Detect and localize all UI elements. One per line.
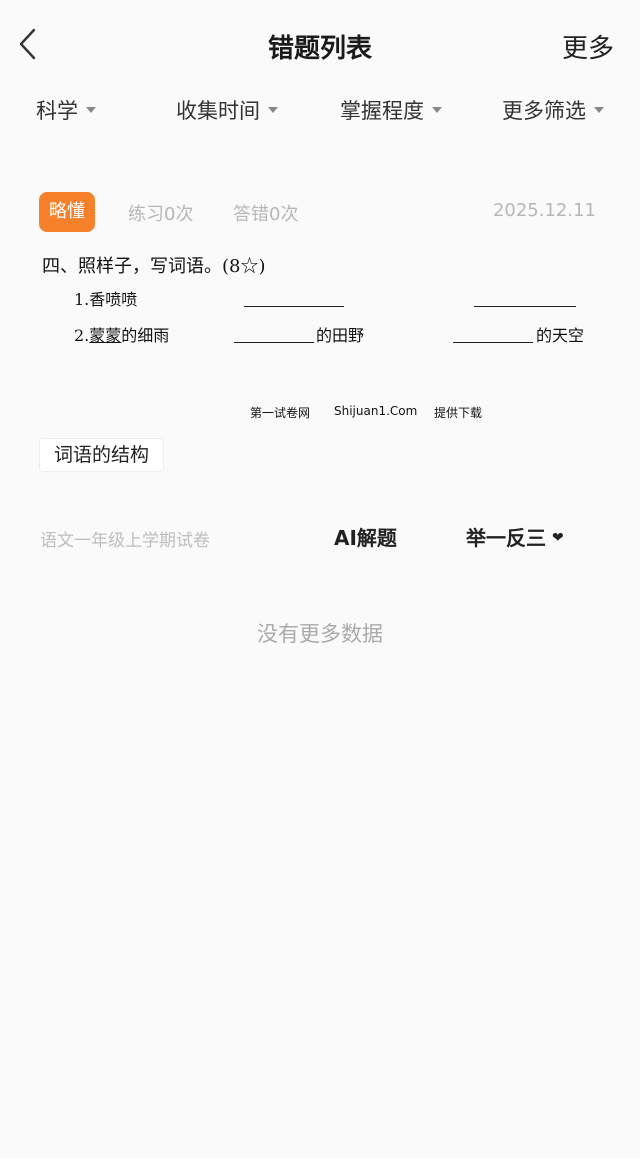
filter-bar: 科学 收集时间 掌握程度 更多筛选	[0, 95, 640, 129]
watermark-text: 第一试卷网	[250, 406, 311, 420]
page: 错题列表 更多 科学 收集时间 掌握程度 更多筛选 略懂 练习0次 答错0次 2…	[0, 0, 640, 1158]
similar-questions-button[interactable]: 举一反三 ❤	[466, 522, 564, 551]
caret-down-icon	[268, 107, 278, 113]
filter-collect-time[interactable]: 收集时间	[176, 95, 278, 125]
card-footer: 语文一年级上学期试卷 AI解题 举一反三 ❤	[0, 520, 640, 556]
ai-solve-button[interactable]: AI解题	[334, 522, 397, 551]
filter-more-label: 更多筛选	[502, 99, 586, 123]
page-title: 错题列表	[267, 34, 372, 64]
filter-more[interactable]: 更多筛选	[502, 95, 604, 125]
watermark-text: Shijuan1.Com	[334, 404, 418, 418]
more-button[interactable]: 更多	[562, 28, 614, 65]
knowledge-tag[interactable]: 词语的结构	[39, 438, 165, 472]
suffix-sky: 的天空	[536, 326, 585, 345]
practice-count: 练习0次	[128, 204, 194, 225]
header: 错题列表 更多	[0, 0, 640, 90]
collect-date: 2025.12.11	[492, 200, 596, 221]
wrong-question-card[interactable]: 略懂 练习0次 答错0次 2025.12.11 四、照样子，写词语。(8☆) 1…	[0, 180, 640, 580]
question-line-2-number: 2.	[74, 326, 90, 345]
caret-down-icon	[432, 107, 442, 113]
question-image: 四、照样子，写词语。(8☆) 1.香喷喷 2.蒙蒙的细雨 的田野 的天空 第一试…	[40, 248, 610, 428]
heart-icon: ❤	[552, 529, 564, 546]
answer-blank	[453, 342, 533, 343]
filter-subject[interactable]: 科学	[36, 95, 96, 125]
question-source: 语文一年级上学期试卷	[40, 531, 210, 551]
caret-down-icon	[86, 107, 96, 113]
filter-collect-time-label: 收集时间	[176, 99, 260, 123]
answer-blank	[474, 306, 576, 307]
caret-down-icon	[594, 107, 604, 113]
watermark-text: 提供下载	[434, 406, 483, 420]
wrong-count: 答错0次	[233, 204, 299, 225]
question-line-2: 2.蒙蒙的细雨	[74, 322, 169, 346]
answer-blank	[234, 342, 314, 343]
similar-questions-label: 举一反三	[466, 526, 546, 550]
filter-mastery-label: 掌握程度	[340, 99, 424, 123]
filter-mastery[interactable]: 掌握程度	[340, 95, 442, 125]
answer-blank	[244, 306, 344, 307]
suffix-fields: 的田野	[316, 326, 365, 345]
filter-subject-label: 科学	[36, 99, 78, 123]
question-line-2-underlined: 蒙蒙	[89, 326, 122, 345]
question-heading: 四、照样子，写词语。(8☆)	[42, 256, 266, 277]
question-line-1: 1.香喷喷	[74, 290, 138, 309]
question-line-2-rest: 的细雨	[121, 326, 170, 345]
mastery-badge: 略懂	[39, 192, 95, 232]
no-more-data: 没有更多数据	[257, 622, 383, 646]
